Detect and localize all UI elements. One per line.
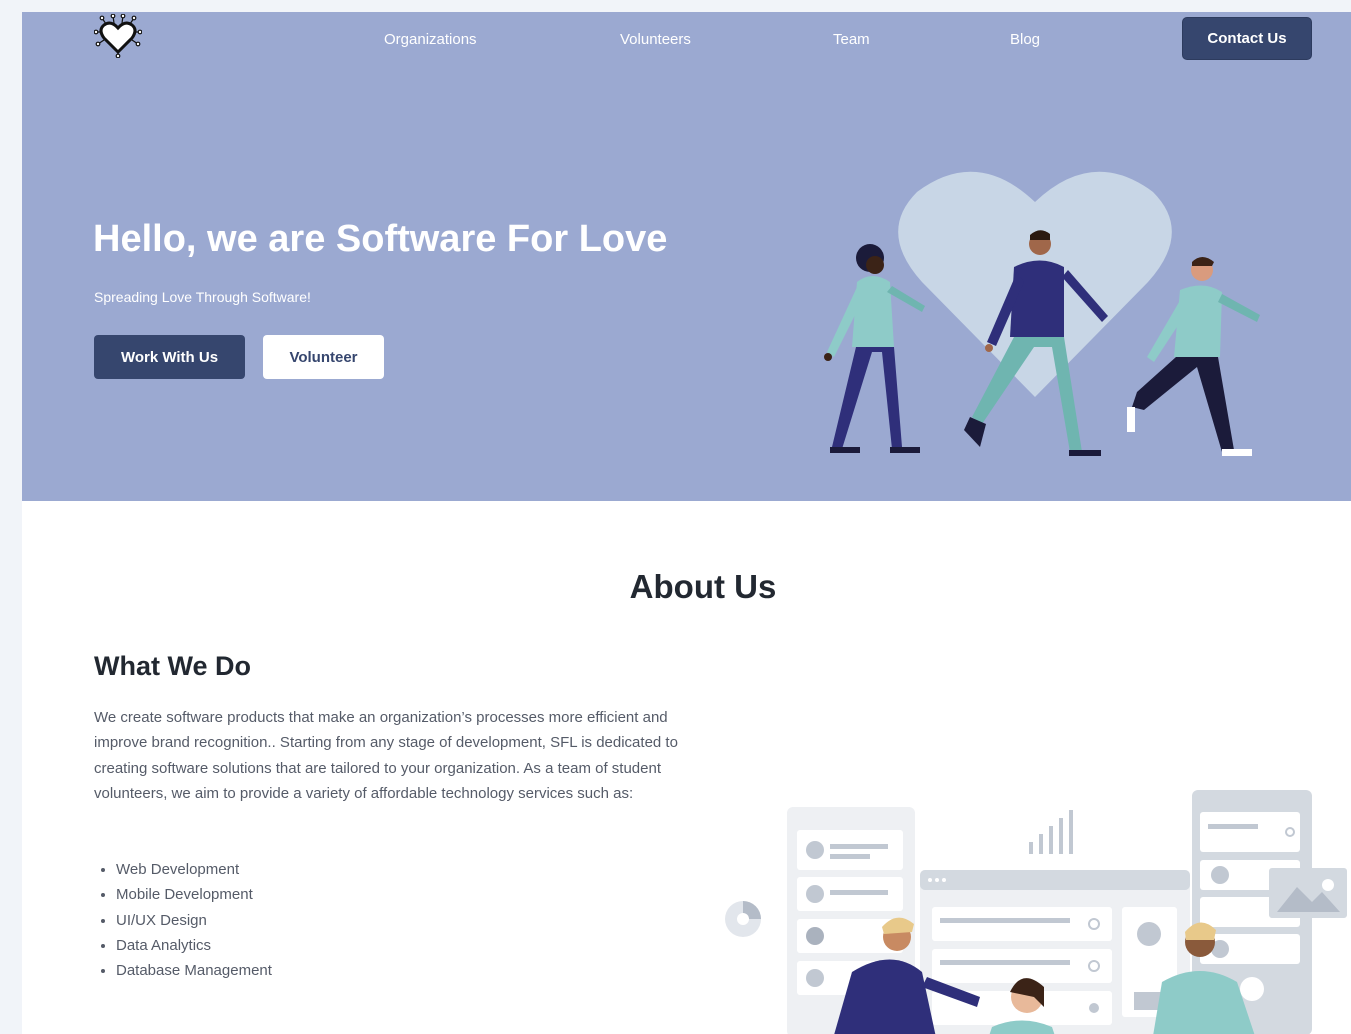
team-dashboard-illustration xyxy=(725,790,1347,1034)
service-item: UI/UX Design xyxy=(116,908,272,933)
person-left xyxy=(824,244,925,453)
page: Organizations Volunteers Team Blog Conta… xyxy=(22,12,1351,1034)
nav-link-blog[interactable]: Blog xyxy=(1010,31,1040,48)
service-item: Database Management xyxy=(116,958,272,983)
hero-subtitle: Spreading Love Through Software! xyxy=(94,289,311,305)
nav-link-volunteers[interactable]: Volunteers xyxy=(620,31,691,48)
what-we-do-paragraph: We create software products that make an… xyxy=(94,709,678,802)
about-us-title: About Us xyxy=(629,568,777,605)
service-item: Mobile Development xyxy=(116,882,272,907)
service-item: Data Analytics xyxy=(116,933,272,958)
work-with-us-button[interactable]: Work With Us xyxy=(94,335,245,379)
contact-us-button[interactable]: Contact Us xyxy=(1182,17,1312,60)
nav-link-organizations[interactable]: Organizations xyxy=(384,31,477,48)
what-we-do-heading: What We Do xyxy=(94,651,251,681)
people-walking-heart-illustration xyxy=(824,171,1260,456)
service-item: Web Development xyxy=(116,857,272,882)
volunteer-button[interactable]: Volunteer xyxy=(263,335,384,379)
heart-circuit-icon[interactable] xyxy=(94,14,142,58)
hero-title: Hello, we are Software For Love xyxy=(93,218,668,260)
hero-section: Organizations Volunteers Team Blog Conta… xyxy=(22,12,1351,501)
nav-link-team[interactable]: Team xyxy=(833,31,870,48)
person-right xyxy=(1127,257,1260,456)
services-list: Web Development Mobile Development UI/UX… xyxy=(116,857,272,983)
